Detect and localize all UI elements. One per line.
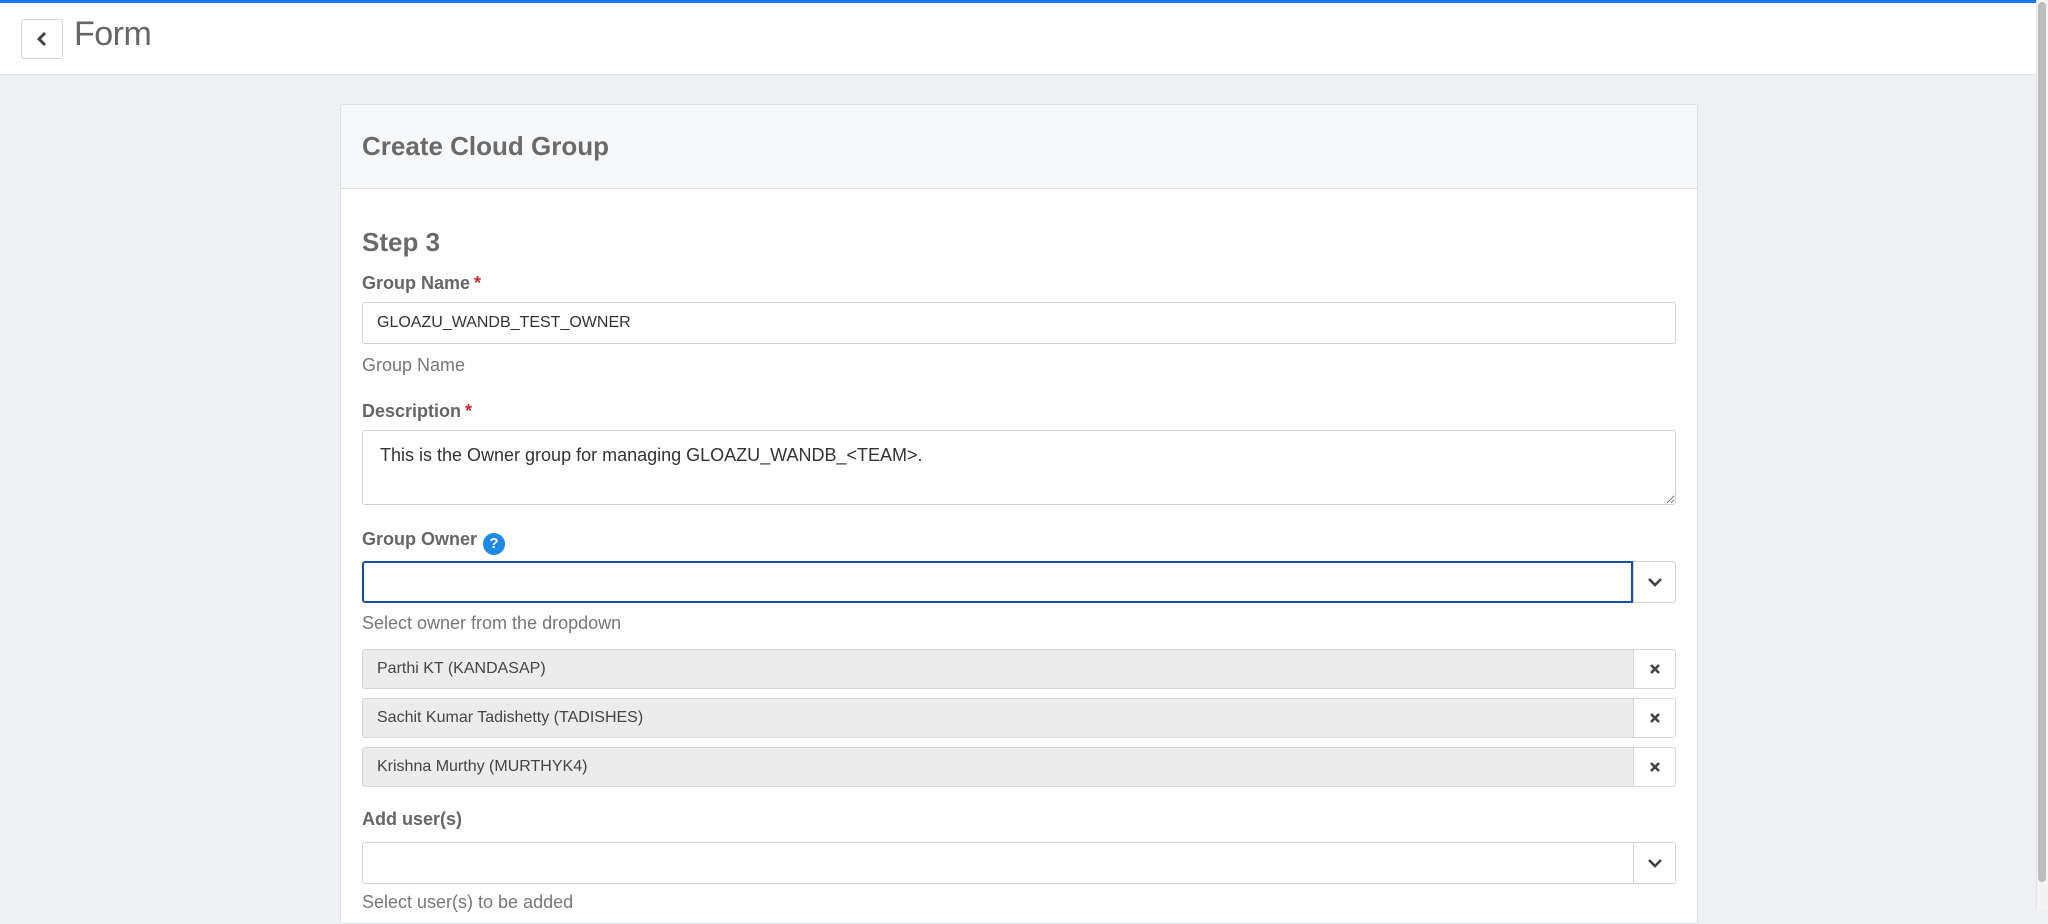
- chevron-left-icon: [36, 31, 47, 47]
- page-header: Form: [0, 3, 2036, 75]
- group-owner-help: Select owner from the dropdown: [362, 613, 622, 633]
- card-header: Create Cloud Group: [341, 105, 1697, 189]
- remove-owner-button[interactable]: [1633, 649, 1676, 689]
- required-mark: *: [474, 273, 482, 293]
- description-label-text: Description: [362, 401, 462, 421]
- chevron-down-icon: [1647, 578, 1662, 587]
- remove-owner-button[interactable]: [1633, 698, 1676, 738]
- group-name-input[interactable]: [362, 302, 1676, 344]
- selected-owner-row: Sachit Kumar Tadishetty (TADISHES): [362, 698, 1676, 738]
- close-icon: [1649, 664, 1660, 674]
- chevron-down-icon: [1647, 859, 1662, 868]
- selected-owner-label: Sachit Kumar Tadishetty (TADISHES): [362, 698, 1633, 738]
- group-name-help: Group Name: [362, 355, 466, 375]
- close-icon: [1649, 713, 1660, 723]
- add-users-input[interactable]: [362, 842, 1633, 884]
- back-button[interactable]: [21, 19, 63, 59]
- group-name-label: Group Name *: [362, 273, 481, 294]
- add-users-select: [362, 842, 1676, 884]
- selected-owner-row: Parthi KT (KANDASAP): [362, 649, 1676, 689]
- page-title: Form: [74, 15, 152, 53]
- group-owner-dropdown-button[interactable]: [1633, 561, 1676, 603]
- group-owner-label: Group Owner?: [362, 529, 506, 555]
- required-mark: *: [465, 401, 473, 421]
- form-card: Create Cloud Group Step 3 Group Name* Gr…: [340, 104, 1698, 924]
- scrollbar[interactable]: [2036, 0, 2048, 910]
- step-title: Step 3: [362, 227, 441, 257]
- add-users-label: Add user(s): [362, 809, 463, 829]
- help-icon[interactable]: ?: [483, 532, 506, 555]
- scrollbar-thumb[interactable]: [2038, 2, 2046, 882]
- add-users-dropdown-button[interactable]: [1633, 842, 1676, 884]
- card-title: Create Cloud Group: [362, 131, 610, 161]
- selected-owner-label: Parthi KT (KANDASAP): [362, 649, 1633, 689]
- group-owner-label-text: Group Owner: [362, 529, 478, 549]
- selected-owner-label: Krishna Murthy (MURTHYK4): [362, 747, 1633, 787]
- remove-owner-button[interactable]: [1633, 747, 1676, 787]
- group-owner-select: [362, 561, 1676, 603]
- close-icon: [1649, 762, 1660, 772]
- description-label: Description *: [362, 401, 472, 422]
- group-name-label-text: Group Name: [362, 273, 471, 293]
- description-textarea[interactable]: This is the Owner group for managing GLO…: [362, 430, 1676, 505]
- selected-owner-row: Krishna Murthy (MURTHYK4): [362, 747, 1676, 787]
- group-owner-input[interactable]: [362, 561, 1633, 603]
